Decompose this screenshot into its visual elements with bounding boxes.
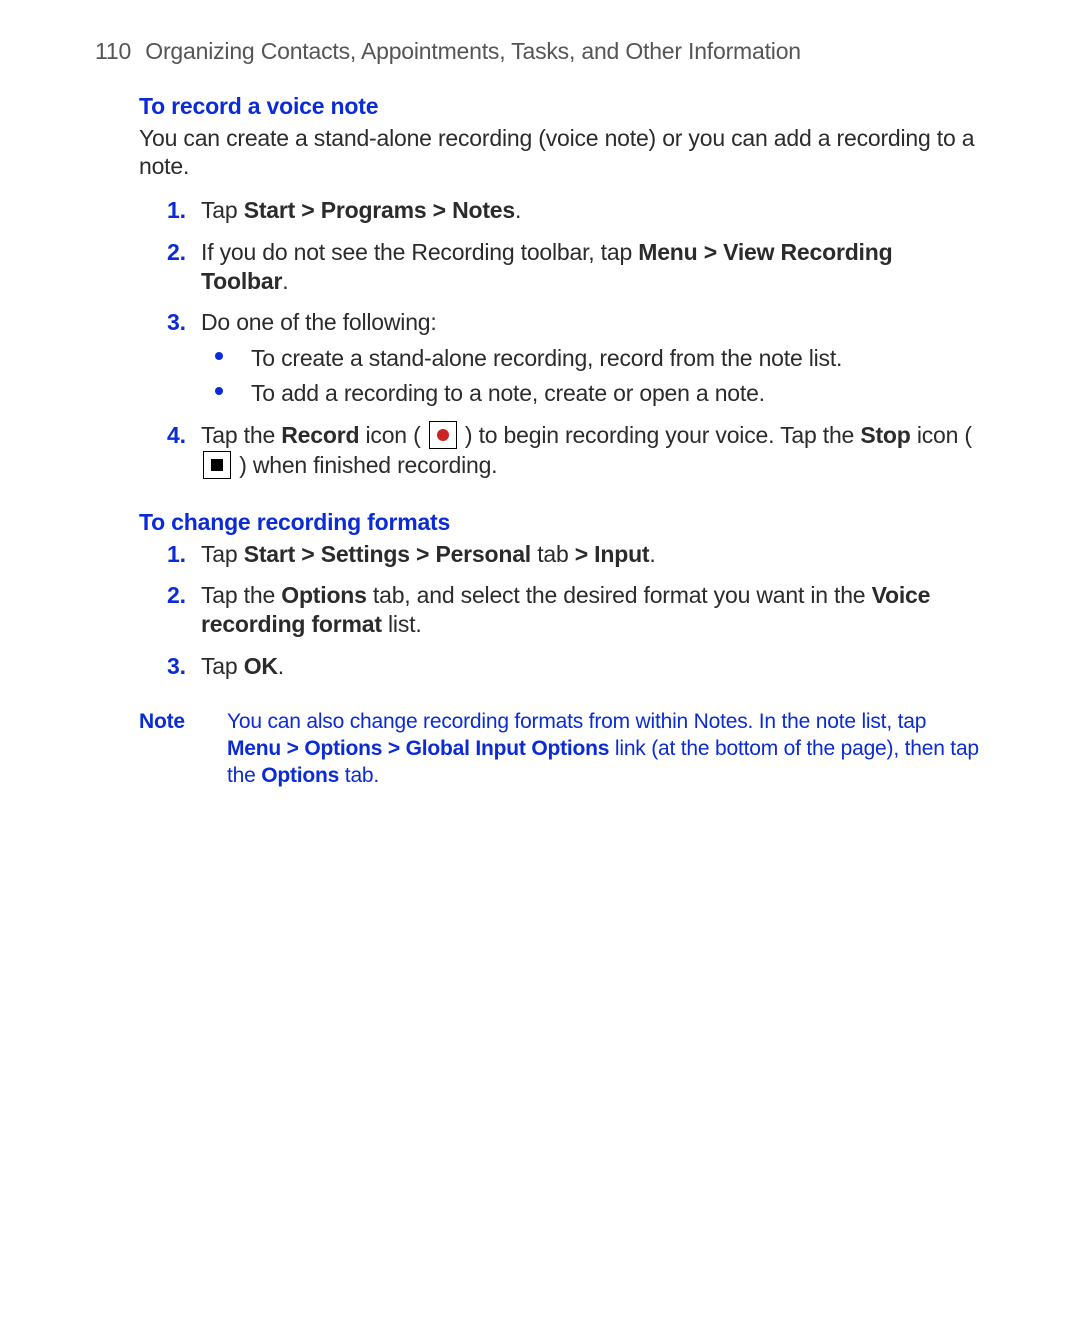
step-number: 4. [167, 421, 186, 450]
stop-icon [203, 451, 231, 479]
note-body: You can also change recording formats fr… [227, 709, 985, 790]
step-1: 1. Tap Start > Settings > Personal tab >… [167, 540, 985, 569]
step-number: 2. [167, 238, 186, 267]
step-text: Tap Start > Programs > Notes. [201, 197, 521, 223]
section-heading-record: To record a voice note [139, 93, 985, 120]
note-block: Note You can also change recording forma… [139, 709, 985, 790]
steps-list-formats: 1. Tap Start > Settings > Personal tab >… [139, 540, 985, 682]
sub-bullets: To create a stand-alone recording, recor… [201, 344, 985, 409]
step-number: 3. [167, 308, 186, 337]
header-title: Organizing Contacts, Appointments, Tasks… [145, 38, 801, 64]
step-number: 1. [167, 196, 186, 225]
step-3: 3. Tap OK. [167, 652, 985, 681]
step-text: Tap the Record icon ( ) to begin recordi… [201, 422, 972, 478]
intro-paragraph: You can create a stand-alone recording (… [139, 124, 985, 180]
step-4: 4. Tap the Record icon ( ) to begin reco… [167, 421, 985, 481]
page-header: 110 Organizing Contacts, Appointments, T… [95, 38, 985, 65]
step-text: If you do not see the Recording toolbar,… [201, 239, 892, 294]
step-2: 2. If you do not see the Recording toolb… [167, 238, 985, 297]
steps-list-record: 1. Tap Start > Programs > Notes. 2. If y… [139, 196, 985, 480]
step-text: Tap the Options tab, and select the desi… [201, 582, 930, 637]
bullet-icon [215, 352, 223, 360]
bullet-item: To create a stand-alone recording, recor… [215, 344, 985, 373]
step-2: 2. Tap the Options tab, and select the d… [167, 581, 985, 640]
step-number: 2. [167, 581, 186, 610]
step-1: 1. Tap Start > Programs > Notes. [167, 196, 985, 225]
step-text: Do one of the following: [201, 309, 437, 335]
record-icon [429, 421, 457, 449]
step-text: Tap OK. [201, 653, 284, 679]
note-label: Note [139, 709, 227, 790]
page-number: 110 [95, 38, 131, 64]
step-number: 3. [167, 652, 186, 681]
step-number: 1. [167, 540, 186, 569]
bullet-icon [215, 387, 223, 395]
step-3: 3. Do one of the following: To create a … [167, 308, 985, 408]
step-text: Tap Start > Settings > Personal tab > In… [201, 541, 656, 567]
bullet-item: To add a recording to a note, create or … [215, 379, 985, 408]
section-heading-formats: To change recording formats [139, 509, 985, 536]
content-block: To record a voice note You can create a … [95, 93, 985, 790]
